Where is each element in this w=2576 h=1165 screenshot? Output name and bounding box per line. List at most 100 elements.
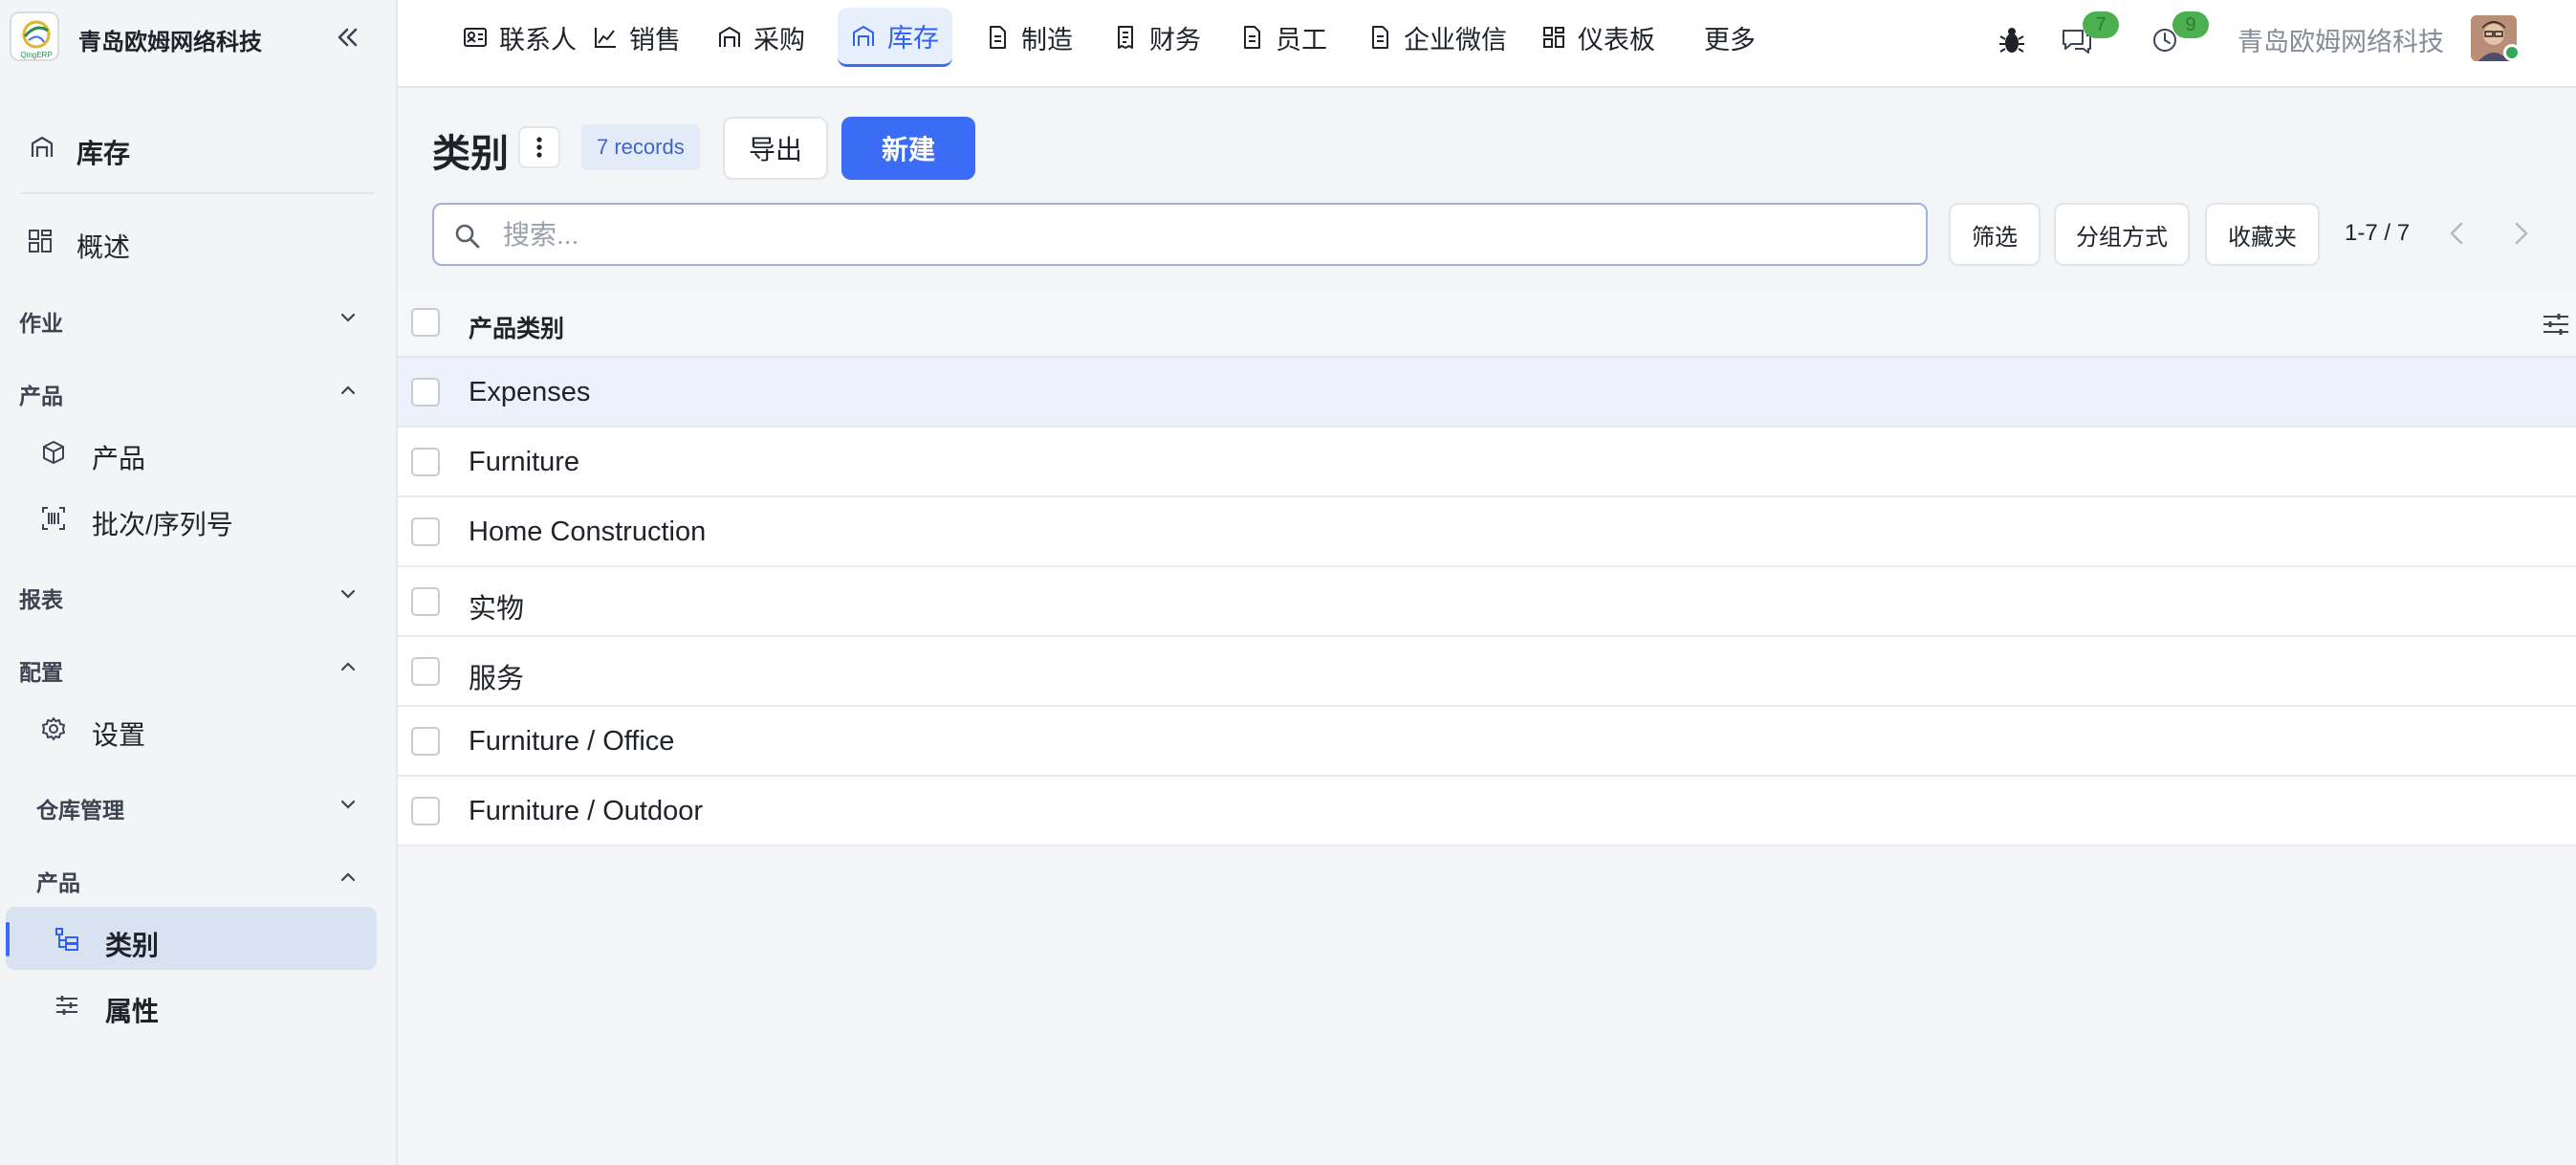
sidebar-section-warehouse[interactable]: 仓库管理 (0, 780, 396, 828)
sidebar-item-lots[interactable]: 批次/序列号 (0, 490, 396, 547)
messages-count-badge: 7 (2083, 11, 2119, 38)
category-tree-icon (55, 928, 78, 951)
nav-item-label: 制造 (1021, 25, 1073, 55)
nav-item-label: 销售 (629, 25, 681, 55)
sidebar-item-label: 设置 (92, 720, 146, 750)
sidebar-section-config-products[interactable]: 产品 (0, 853, 396, 901)
nav-item-label: 采购 (753, 25, 805, 55)
warehouse-icon (719, 27, 740, 47)
sidebar-section-operations[interactable]: 作业 (0, 294, 396, 341)
sidebar-item-label: 属性 (105, 997, 160, 1026)
table-row[interactable]: Home Construction (398, 497, 2576, 567)
chevron-down-icon (340, 589, 356, 599)
line-chart-icon (595, 28, 616, 48)
nav-item-inventory[interactable]: 库存 (838, 8, 952, 67)
nav-item-wecom[interactable]: 企业微信 (1354, 8, 1520, 67)
activities-count-badge: 9 (2172, 11, 2209, 38)
nav-item-manufacturing[interactable]: 制造 (971, 8, 1086, 67)
row-checkbox[interactable] (411, 378, 440, 407)
select-all-checkbox[interactable] (411, 308, 440, 337)
category-name-cell: Furniture (469, 447, 580, 477)
sidebar-item-label: 产品 (92, 444, 146, 473)
document-icon (1372, 26, 1388, 49)
sidebar-item-attributes[interactable]: 属性 (0, 977, 396, 1034)
sidebar-item-categories[interactable]: 类别 (0, 911, 396, 968)
favorites-button[interactable]: 收藏夹 (2205, 203, 2320, 266)
row-checkbox[interactable] (411, 448, 440, 476)
table-row[interactable]: Furniture / Outdoor (398, 777, 2576, 846)
search-bar[interactable] (432, 203, 1928, 266)
section-label: 产品 (19, 384, 63, 408)
section-label: 仓库管理 (36, 798, 124, 823)
category-name-cell: Furniture / Outdoor (469, 796, 703, 826)
cube-icon (43, 441, 64, 464)
chevron-up-icon (340, 662, 356, 671)
sidebar-item-label: 批次/序列号 (92, 510, 233, 539)
category-name-cell: Home Construction (469, 517, 707, 547)
chevron-right-icon[interactable] (2503, 216, 2538, 251)
warehouse-icon (31, 136, 54, 157)
group-by-button[interactable]: 分组方式 (2054, 203, 2190, 266)
document-icon (990, 26, 1006, 49)
column-header-category[interactable]: 产品类别 (469, 310, 564, 344)
barcode-scan-icon (42, 507, 65, 530)
sidebar-app-label: 库存 (76, 139, 131, 168)
sidebar-item-label: 概述 (76, 232, 131, 262)
nav-item-purchase[interactable]: 采购 (704, 8, 819, 67)
company-name: 青岛欧姆网络科技 (78, 30, 262, 55)
table-row[interactable]: 实物 (398, 567, 2576, 637)
nav-item-dashboard[interactable]: 仪表板 (1528, 8, 1669, 67)
collapse-sidebar-icon[interactable] (331, 21, 363, 54)
nav-item-label: 企业微信 (1404, 25, 1507, 55)
table-row[interactable]: 服务 (398, 637, 2576, 707)
sidebar-item-overview[interactable]: 概述 (0, 212, 396, 270)
search-input[interactable] (503, 214, 1899, 256)
nav-item-more[interactable]: 更多 (1691, 8, 1769, 67)
row-checkbox[interactable] (411, 657, 440, 686)
pager-value[interactable]: 1-7 / 7 (2345, 220, 2410, 247)
sidebar-section-reports[interactable]: 报表 (0, 570, 396, 618)
sidebar-item-products[interactable]: 产品 (0, 424, 396, 481)
contact-card-icon (464, 28, 487, 47)
nav-item-sales[interactable]: 销售 (579, 8, 694, 67)
brand-header: QingERP 青岛欧姆网络科技 (0, 0, 396, 75)
table-row[interactable]: Furniture (398, 428, 2576, 497)
sidebar-section-products[interactable]: 产品 (0, 366, 396, 414)
row-checkbox[interactable] (411, 797, 440, 825)
more-actions-icon[interactable] (518, 126, 560, 168)
sidebar-app-title[interactable]: 库存 (0, 119, 396, 176)
company-logo[interactable]: QingERP (10, 11, 59, 61)
company-switcher[interactable]: 青岛欧姆网络科技 (2238, 21, 2444, 58)
row-checkbox[interactable] (411, 517, 440, 546)
category-name-cell: 服务 (469, 664, 525, 694)
sidebar-item-label: 类别 (105, 931, 160, 960)
column-settings-icon[interactable] (2540, 308, 2572, 341)
chevron-left-icon[interactable] (2440, 216, 2475, 251)
nav-item-finance[interactable]: 财务 (1100, 8, 1214, 67)
nav-item-label: 库存 (887, 24, 939, 53)
nav-item-contacts[interactable]: 联系人 (449, 8, 590, 67)
export-button[interactable]: 导出 (723, 117, 828, 180)
chevron-down-icon (340, 313, 356, 322)
debug-bug-icon[interactable] (1993, 21, 2031, 59)
category-name-cell: Furniture / Office (469, 726, 675, 757)
filter-button[interactable]: 筛选 (1949, 203, 2041, 266)
sidebar-section-configuration[interactable]: 配置 (0, 643, 396, 691)
table-row[interactable]: Furniture / Office (398, 707, 2576, 777)
sidebar-item-settings[interactable]: 设置 (0, 700, 396, 758)
nav-item-label: 仪表板 (1578, 25, 1655, 55)
top-navigation: 联系人 销售 采购 库存 制造 财务 员工 企业微信 仪表板 更多 7 9 青岛… (398, 0, 2576, 88)
nav-item-label: 财务 (1149, 25, 1201, 55)
row-checkbox[interactable] (411, 727, 440, 756)
table-row[interactable]: Expenses (398, 358, 2576, 428)
online-status-indicator (2503, 44, 2521, 61)
sidebar: QingERP 青岛欧姆网络科技 库存 概述 作业 产品 产品 批次/序列号 报… (0, 0, 398, 1165)
row-checkbox[interactable] (411, 587, 440, 616)
nav-item-label: 更多 (1704, 25, 1756, 55)
gear-icon (42, 717, 65, 740)
chevron-up-icon (340, 872, 356, 882)
new-button[interactable]: 新建 (841, 117, 975, 180)
nav-item-employees[interactable]: 员工 (1226, 8, 1341, 67)
warehouse-icon (853, 25, 874, 46)
category-name-cell: Expenses (469, 377, 591, 407)
